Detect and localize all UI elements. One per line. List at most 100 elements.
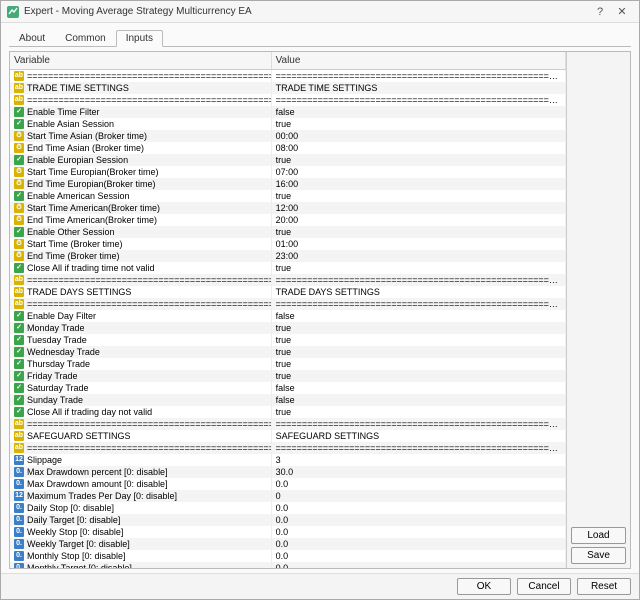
table-row[interactable]: 0.Monthly Stop [0: disable]0.0 xyxy=(10,550,566,562)
value-cell[interactable]: ========================================… xyxy=(271,94,565,106)
value-cell[interactable]: true xyxy=(271,406,565,418)
table-row[interactable]: ⏱Start Time Asian (Broker time)00:00 xyxy=(10,130,566,142)
value-cell[interactable]: true xyxy=(271,262,565,274)
table-row[interactable]: ✓Saturday Tradefalse xyxy=(10,382,566,394)
table-row[interactable]: ✓Enable American Sessiontrue xyxy=(10,190,566,202)
table-row[interactable]: 12Maximum Trades Per Day [0: disable]0 xyxy=(10,490,566,502)
value-cell[interactable]: 16:00 xyxy=(271,178,565,190)
load-button[interactable]: Load xyxy=(571,527,626,544)
value-cell[interactable]: 0.0 xyxy=(271,478,565,490)
variable-cell[interactable]: abTRADE TIME SETTINGS xyxy=(10,82,271,94)
table-row[interactable]: ab======================================… xyxy=(10,94,566,106)
help-button[interactable]: ? xyxy=(589,1,611,23)
table-row[interactable]: 0.Monthly Target [0: disable]0.0 xyxy=(10,562,566,568)
value-cell[interactable]: true xyxy=(271,346,565,358)
variable-cell[interactable]: ✓Saturday Trade xyxy=(10,382,271,394)
tab-inputs[interactable]: Inputs xyxy=(116,30,163,47)
table-row[interactable]: ⏱Start Time (Broker time)01:00 xyxy=(10,238,566,250)
variable-cell[interactable]: ✓Enable Europian Session xyxy=(10,154,271,166)
close-button[interactable]: ✕ xyxy=(611,1,633,23)
tab-about[interactable]: About xyxy=(9,30,55,47)
variable-cell[interactable]: ab======================================… xyxy=(10,298,271,310)
value-cell[interactable]: 08:00 xyxy=(271,142,565,154)
table-row[interactable]: 0.Weekly Target [0: disable]0.0 xyxy=(10,538,566,550)
variable-cell[interactable]: abTRADE DAYS SETTINGS xyxy=(10,286,271,298)
value-cell[interactable]: true xyxy=(271,358,565,370)
col-variable[interactable]: Variable xyxy=(10,52,271,70)
value-cell[interactable]: 0.0 xyxy=(271,550,565,562)
table-row[interactable]: ✓Enable Asian Sessiontrue xyxy=(10,118,566,130)
variable-cell[interactable]: ✓Enable Other Session xyxy=(10,226,271,238)
value-cell[interactable]: ========================================… xyxy=(271,442,565,454)
variable-cell[interactable]: ✓Enable Day Filter xyxy=(10,310,271,322)
value-cell[interactable]: true xyxy=(271,118,565,130)
value-cell[interactable]: true xyxy=(271,190,565,202)
ok-button[interactable]: OK xyxy=(457,578,511,595)
table-row[interactable]: ✓Monday Tradetrue xyxy=(10,322,566,334)
value-cell[interactable]: ========================================… xyxy=(271,274,565,286)
table-row[interactable]: 0.Max Drawdown amount [0: disable]0.0 xyxy=(10,478,566,490)
variable-cell[interactable]: 0.Weekly Stop [0: disable] xyxy=(10,526,271,538)
tab-common[interactable]: Common xyxy=(55,30,116,47)
variable-cell[interactable]: ⏱End Time (Broker time) xyxy=(10,250,271,262)
value-cell[interactable]: false xyxy=(271,106,565,118)
value-cell[interactable]: 00:00 xyxy=(271,130,565,142)
table-row[interactable]: ab======================================… xyxy=(10,442,566,454)
value-cell[interactable]: true xyxy=(271,370,565,382)
variable-cell[interactable]: 0.Max Drawdown amount [0: disable] xyxy=(10,478,271,490)
variable-cell[interactable]: ab======================================… xyxy=(10,94,271,106)
variable-cell[interactable]: ⏱Start Time American(Broker time) xyxy=(10,202,271,214)
table-row[interactable]: ⏱End Time Asian (Broker time)08:00 xyxy=(10,142,566,154)
value-cell[interactable]: 0 xyxy=(271,490,565,502)
table-row[interactable]: ✓Enable Time Filterfalse xyxy=(10,106,566,118)
value-cell[interactable]: 3 xyxy=(271,454,565,466)
variable-cell[interactable]: ⏱Start Time Europian(Broker time) xyxy=(10,166,271,178)
value-cell[interactable]: TRADE TIME SETTINGS xyxy=(271,82,565,94)
table-row[interactable]: ✓Sunday Tradefalse xyxy=(10,394,566,406)
table-row[interactable]: ab======================================… xyxy=(10,298,566,310)
save-button[interactable]: Save xyxy=(571,547,626,564)
variable-cell[interactable]: 0.Weekly Target [0: disable] xyxy=(10,538,271,550)
table-row[interactable]: 0.Max Drawdown percent [0: disable]30.0 xyxy=(10,466,566,478)
variable-cell[interactable]: ✓Close All if trading time not valid xyxy=(10,262,271,274)
variable-cell[interactable]: 0.Daily Stop [0: disable] xyxy=(10,502,271,514)
value-cell[interactable]: true xyxy=(271,322,565,334)
variable-cell[interactable]: ⏱End Time American(Broker time) xyxy=(10,214,271,226)
variable-cell[interactable]: ✓Enable Time Filter xyxy=(10,106,271,118)
variable-cell[interactable]: ⏱End Time Europian(Broker time) xyxy=(10,178,271,190)
value-cell[interactable]: true xyxy=(271,154,565,166)
col-value[interactable]: Value xyxy=(271,52,565,70)
table-row[interactable]: ⏱Start Time Europian(Broker time)07:00 xyxy=(10,166,566,178)
table-row[interactable]: ✓Close All if trading day not validtrue xyxy=(10,406,566,418)
variable-cell[interactable]: abSAFEGUARD SETTINGS xyxy=(10,430,271,442)
table-row[interactable]: ✓Wednesday Tradetrue xyxy=(10,346,566,358)
variable-cell[interactable]: 12Slippage xyxy=(10,454,271,466)
table-row[interactable]: ✓Enable Day Filterfalse xyxy=(10,310,566,322)
value-cell[interactable]: ========================================… xyxy=(271,70,565,83)
variable-cell[interactable]: 0.Monthly Target [0: disable] xyxy=(10,562,271,568)
value-cell[interactable]: false xyxy=(271,394,565,406)
table-row[interactable]: ab======================================… xyxy=(10,274,566,286)
variable-cell[interactable]: 0.Daily Target [0: disable] xyxy=(10,514,271,526)
value-cell[interactable]: 0.0 xyxy=(271,562,565,568)
value-cell[interactable]: false xyxy=(271,382,565,394)
table-row[interactable]: ⏱End Time American(Broker time)20:00 xyxy=(10,214,566,226)
value-cell[interactable]: true xyxy=(271,226,565,238)
variable-cell[interactable]: ab======================================… xyxy=(10,274,271,286)
grid-scroll[interactable]: Variable Value ab=======================… xyxy=(10,52,566,568)
value-cell[interactable]: ========================================… xyxy=(271,418,565,430)
table-row[interactable]: ✓Close All if trading time not validtrue xyxy=(10,262,566,274)
table-row[interactable]: ⏱End Time Europian(Broker time)16:00 xyxy=(10,178,566,190)
value-cell[interactable]: SAFEGUARD SETTINGS xyxy=(271,430,565,442)
variable-cell[interactable]: ✓Thursday Trade xyxy=(10,358,271,370)
variable-cell[interactable]: ✓Monday Trade xyxy=(10,322,271,334)
value-cell[interactable]: 0.0 xyxy=(271,538,565,550)
variable-cell[interactable]: ab======================================… xyxy=(10,418,271,430)
value-cell[interactable]: 20:00 xyxy=(271,214,565,226)
table-row[interactable]: 0.Weekly Stop [0: disable]0.0 xyxy=(10,526,566,538)
value-cell[interactable]: 07:00 xyxy=(271,166,565,178)
variable-cell[interactable]: ab======================================… xyxy=(10,442,271,454)
table-row[interactable]: 12Slippage3 xyxy=(10,454,566,466)
table-row[interactable]: ⏱Start Time American(Broker time)12:00 xyxy=(10,202,566,214)
reset-button[interactable]: Reset xyxy=(577,578,631,595)
